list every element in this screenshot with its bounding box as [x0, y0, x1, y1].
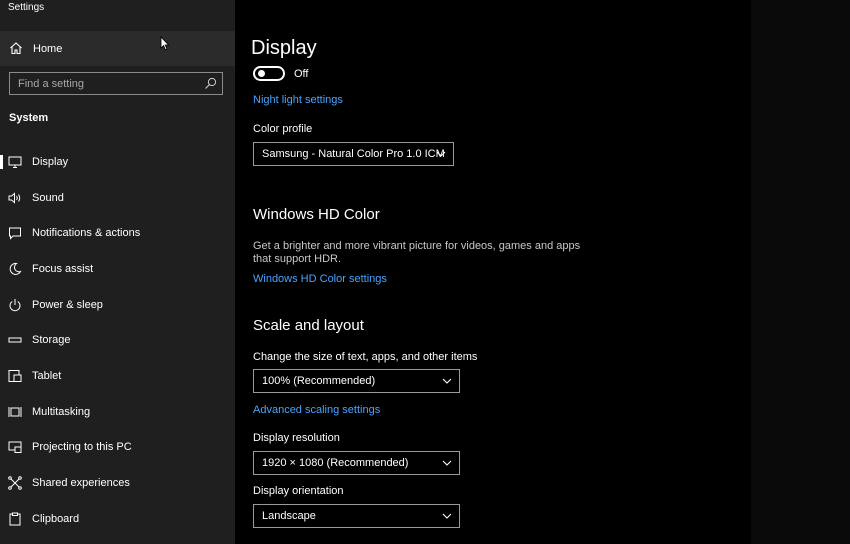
sidebar-item-sound[interactable]: Sound — [0, 181, 235, 215]
color-profile-label: Color profile — [253, 123, 313, 135]
power-icon — [9, 299, 21, 312]
mouse-cursor-icon — [160, 36, 170, 51]
scale-select[interactable]: 100% (Recommended) — [253, 369, 460, 393]
scale-value: 100% (Recommended) — [262, 375, 376, 387]
main-content: Display Off Night light settings Color p… — [235, 0, 751, 544]
sidebar-item-label: Tablet — [32, 370, 62, 382]
sidebar-item-shared-experiences[interactable]: Shared experiences — [0, 466, 235, 500]
sidebar-item-focus-assist[interactable]: Focus assist — [0, 252, 235, 286]
shared-icon — [8, 476, 22, 490]
toggle-knob — [258, 70, 265, 77]
scale-label: Change the size of text, apps, and other… — [253, 351, 478, 363]
sidebar-item-label: Multitasking — [32, 406, 91, 418]
multitasking-icon — [8, 407, 22, 417]
sidebar-item-power-sleep[interactable]: Power & sleep — [0, 288, 235, 322]
speaker-icon — [8, 192, 21, 204]
app-title: Settings — [8, 2, 45, 13]
projector-icon — [8, 441, 22, 453]
orientation-label: Display orientation — [253, 485, 344, 497]
monitor-icon — [8, 156, 22, 168]
search-input[interactable] — [10, 73, 200, 94]
storage-icon — [8, 337, 22, 343]
right-pane — [751, 0, 850, 544]
sidebar-item-label: Shared experiences — [32, 477, 130, 489]
sidebar-item-tablet[interactable]: Tablet — [0, 359, 235, 393]
sidebar-item-label: Power & sleep — [32, 299, 103, 311]
sidebar-item-notifications[interactable]: Notifications & actions — [0, 216, 235, 250]
notification-icon — [9, 227, 21, 240]
sidebar-item-clipboard[interactable]: Clipboard — [0, 502, 235, 536]
clipboard-icon — [9, 512, 21, 526]
moon-icon — [9, 262, 22, 275]
sidebar-item-display[interactable]: Display — [0, 145, 235, 179]
hd-color-settings-link[interactable]: Windows HD Color settings — [253, 273, 387, 285]
toggle-state-label: Off — [294, 68, 309, 80]
chevron-down-icon — [442, 460, 452, 466]
search-icon[interactable] — [204, 77, 217, 90]
sidebar-item-label: Storage — [32, 334, 71, 346]
resolution-label: Display resolution — [253, 432, 340, 444]
sidebar-item-label: Sound — [32, 192, 64, 204]
sidebar-item-projecting[interactable]: Projecting to this PC — [0, 430, 235, 464]
sidebar-item-label: Clipboard — [32, 513, 80, 525]
section-label: System — [9, 112, 49, 124]
page-title: Display — [251, 37, 317, 59]
home-nav-item[interactable]: Home — [0, 31, 235, 66]
sidebar-item-label: Projecting to this PC — [32, 441, 132, 453]
chevron-down-icon — [436, 151, 446, 157]
color-profile-value: Samsung - Natural Color Pro 1.0 ICM — [262, 148, 445, 160]
hd-color-heading: Windows HD Color — [253, 206, 380, 223]
resolution-value: 1920 × 1080 (Recommended) — [262, 457, 409, 469]
night-light-settings-link[interactable]: Night light settings — [253, 94, 343, 106]
night-light-toggle[interactable] — [253, 66, 285, 81]
sidebar-item-multitasking[interactable]: Multitasking — [0, 395, 235, 429]
chevron-down-icon — [442, 378, 452, 384]
sidebar: Settings Home System Display Sound — [0, 0, 235, 544]
home-icon — [10, 42, 22, 55]
color-profile-select[interactable]: Samsung - Natural Color Pro 1.0 ICM — [253, 142, 454, 166]
orientation-value: Landscape — [262, 510, 316, 522]
tablet-icon — [8, 370, 22, 382]
resolution-select[interactable]: 1920 × 1080 (Recommended) — [253, 451, 460, 475]
sidebar-item-storage[interactable]: Storage — [0, 323, 235, 357]
orientation-select[interactable]: Landscape — [253, 504, 460, 528]
search-box[interactable] — [9, 72, 223, 95]
sidebar-item-label: Notifications & actions — [32, 227, 141, 239]
hd-color-description: Get a brighter and more vibrant picture … — [253, 240, 581, 265]
scale-layout-heading: Scale and layout — [253, 317, 364, 334]
sidebar-item-label: Display — [32, 156, 69, 168]
sidebar-item-label: Focus assist — [32, 263, 94, 275]
home-label: Home — [33, 43, 63, 55]
chevron-down-icon — [442, 513, 452, 519]
advanced-scaling-link[interactable]: Advanced scaling settings — [253, 404, 380, 416]
